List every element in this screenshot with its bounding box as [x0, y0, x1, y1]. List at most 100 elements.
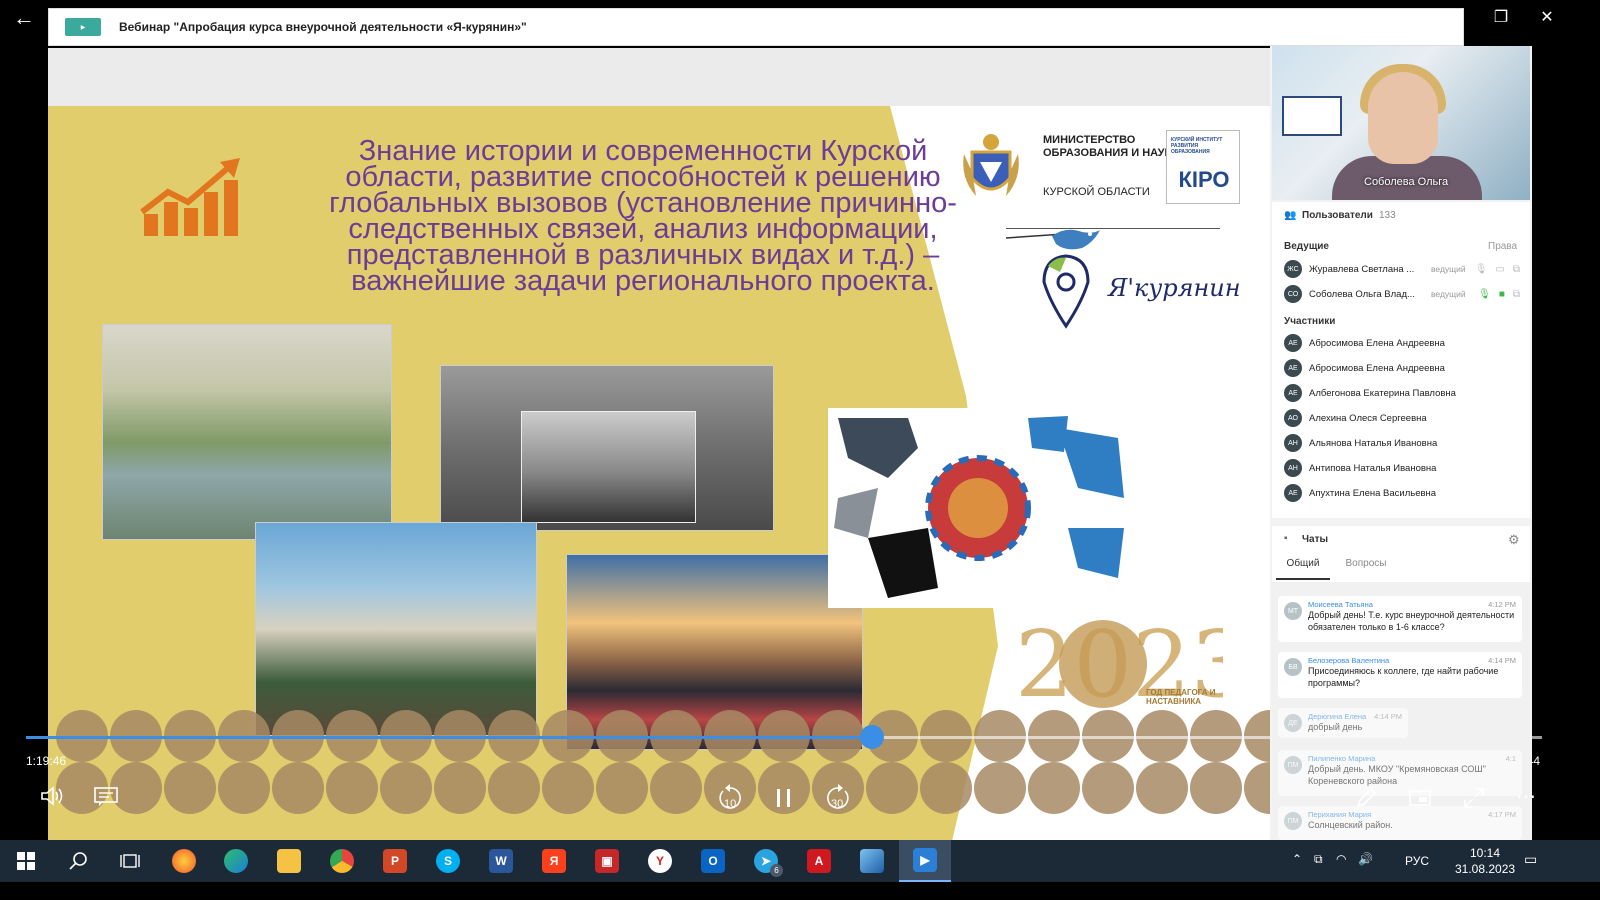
message-text: добрый день	[1308, 722, 1363, 732]
edge-icon[interactable]	[210, 840, 262, 882]
chat-message: ДЕ Дерюгина Елена 4:14 PM добрый день	[1278, 708, 1408, 738]
avatar: АЕ	[1284, 484, 1302, 502]
message-text: Присоединяюсь к коллеге, где найти рабоч…	[1308, 666, 1499, 688]
search-icon[interactable]	[52, 840, 104, 882]
host-row[interactable]: СО Соболева Ольга Влад... ведущий 🎙 ■ ⧉	[1284, 283, 1520, 305]
tab-general[interactable]: Общий	[1276, 558, 1330, 580]
forward-30-button[interactable]: 30	[822, 782, 854, 814]
powerpoint-icon[interactable]: P	[369, 840, 421, 882]
language-indicator[interactable]: РУС	[1405, 854, 1429, 868]
participant-row[interactable]: АН Альянова Наталья Ивановна	[1284, 432, 1520, 454]
mic-on-icon[interactable]: 🎙	[1478, 289, 1491, 300]
user-name: Альянова Наталья Ивановна	[1309, 437, 1438, 449]
avatar: ЖС	[1284, 260, 1302, 278]
ministry-region: КУРСКОЙ ОБЛАСТИ	[1043, 186, 1150, 198]
avatar: АЕ	[1284, 359, 1302, 377]
rewind-10-button[interactable]: 10	[714, 782, 746, 814]
participants-label: Участники	[1284, 316, 1336, 327]
kiro-logo-text: КІРО	[1178, 167, 1230, 192]
host-row[interactable]: ЖС Журавлева Светлана ... ведущий 🎙 ▭ ⧉	[1284, 258, 1520, 280]
network-adapter-icon[interactable]: ⧉	[1314, 852, 1323, 867]
decorative-dot	[920, 762, 972, 814]
decorative-dot	[218, 762, 270, 814]
chevron-up-icon[interactable]: ⌃	[1292, 852, 1302, 866]
back-arrow-icon[interactable]: ←	[0, 0, 48, 36]
users-title: Пользователи	[1302, 210, 1373, 221]
wifi-icon[interactable]: ◠	[1336, 852, 1346, 866]
participant-row[interactable]: АЕ Абросимова Елена Андреевна	[1284, 357, 1520, 379]
user-name: Албегонова Екатерина Павловна	[1309, 387, 1456, 399]
participant-row[interactable]: АЕ Албегонова Екатерина Павловна	[1284, 382, 1520, 404]
decorative-dot	[542, 762, 594, 814]
cam-on-icon[interactable]: ■	[1499, 289, 1505, 300]
avatar: АО	[1284, 409, 1302, 427]
volume-icon[interactable]	[38, 782, 66, 810]
video-app-icon[interactable]: ▣	[581, 840, 633, 882]
task-view-icon[interactable]	[104, 840, 156, 882]
settings-gear-icon[interactable]: ⚙	[1508, 532, 1520, 548]
mic-off-icon[interactable]: 🎙	[1475, 264, 1488, 275]
participant-row[interactable]: АН Антипова Наталья Ивановна	[1284, 457, 1520, 479]
users-icon: 👥	[1284, 210, 1297, 221]
pen-icon[interactable]	[1352, 784, 1380, 812]
minimize-button[interactable]: —	[1432, 0, 1478, 34]
decorative-dot	[1136, 762, 1188, 814]
users-panel: 👥 Пользователи 133 Ведущие Права ЖС Жура…	[1272, 202, 1530, 518]
cam-off-icon[interactable]: ▭	[1495, 264, 1504, 275]
avatar: МТ	[1284, 602, 1302, 620]
chrome-icon[interactable]	[316, 840, 368, 882]
clock[interactable]: 10:14 31.08.2023	[1455, 845, 1515, 877]
pause-icon[interactable]	[770, 784, 798, 812]
avatar: ПМ	[1284, 756, 1302, 774]
avatar: ДЕ	[1284, 714, 1302, 732]
year-caption: ГОД ПЕДАГОГА И НАСТАВНИКА	[1146, 688, 1216, 706]
screen-share-icon[interactable]: ⧉	[1513, 264, 1520, 275]
screen-share-icon[interactable]: ⧉	[1513, 289, 1520, 300]
close-button[interactable]: ✕	[1524, 0, 1570, 34]
clock-time: 10:14	[1469, 846, 1501, 860]
participant-row[interactable]: АЕ Абросимова Елена Андреевна	[1284, 332, 1520, 354]
restore-button[interactable]: ❐	[1478, 0, 1524, 34]
tab-questions[interactable]: Вопросы	[1338, 558, 1394, 580]
yandex-icon[interactable]: Я	[528, 840, 580, 882]
outlook-icon[interactable]: O	[687, 840, 739, 882]
more-options-icon[interactable]: ⋯	[1512, 782, 1540, 810]
webinar-title-bar: ▶ Вебинар "Апробация курса внеурочной де…	[48, 8, 1464, 46]
brand-text: Я'курянин	[1108, 274, 1241, 302]
firefox-icon[interactable]	[158, 840, 210, 882]
decorative-dot	[272, 762, 324, 814]
rights-label: Права	[1488, 241, 1518, 252]
user-name: Соболева Ольга Влад...	[1309, 288, 1415, 300]
progress-fill	[26, 736, 872, 739]
user-name: Журавлева Светлана ...	[1309, 263, 1415, 275]
user-name: Абросимова Елена Андреевна	[1309, 337, 1445, 349]
speaker-icon[interactable]: 🔊	[1358, 852, 1373, 866]
telegram-icon[interactable]: ➤ 6	[740, 840, 792, 882]
fullscreen-icon[interactable]	[1460, 784, 1488, 812]
participant-row[interactable]: АО Алехина Олеся Сергеевна	[1284, 407, 1520, 429]
explorer-icon[interactable]	[263, 840, 315, 882]
presenter-video[interactable]: Соболева Ольга	[1272, 46, 1530, 200]
photo-street-tanks	[440, 365, 774, 531]
screen: ← ▶ Вебинар "Апробация курса внеурочной …	[0, 0, 1600, 900]
chat-message: МТ Моисеева Татьяна 4:12 PM Добрый день!…	[1278, 596, 1522, 642]
notifications-icon[interactable]: ▭	[1524, 851, 1537, 868]
captions-icon[interactable]	[92, 782, 120, 810]
chat-title: Чаты	[1302, 534, 1329, 545]
pip-icon[interactable]	[1406, 784, 1434, 812]
word-icon[interactable]: W	[475, 840, 527, 882]
media-player-icon[interactable]: ▶	[899, 840, 951, 882]
ministry-name: МИНИСТЕРСТВО ОБРАЗОВАНИЯ И НАУКИ	[1043, 134, 1180, 159]
participant-row[interactable]: АЕ Апухтина Елена Васильевна	[1284, 482, 1520, 504]
kiro-logo: КУРСКИЙ ИНСТИТУТ РАЗВИТИЯ ОБРАЗОВАНИЯ КІ…	[1166, 130, 1240, 204]
message-time: 4:14 PM	[1374, 712, 1402, 721]
yandex-browser-icon[interactable]: Y	[634, 840, 686, 882]
skype-icon[interactable]: S	[422, 840, 474, 882]
acrobat-icon[interactable]: A	[793, 840, 845, 882]
progress-thumb[interactable]	[859, 725, 884, 749]
telegram-badge: 6	[770, 864, 783, 877]
windows-icon[interactable]	[0, 840, 52, 882]
users-count: 133	[1379, 210, 1396, 221]
user-name: Алехина Олеся Сергеевна	[1309, 412, 1427, 424]
photos-icon[interactable]	[846, 840, 898, 882]
